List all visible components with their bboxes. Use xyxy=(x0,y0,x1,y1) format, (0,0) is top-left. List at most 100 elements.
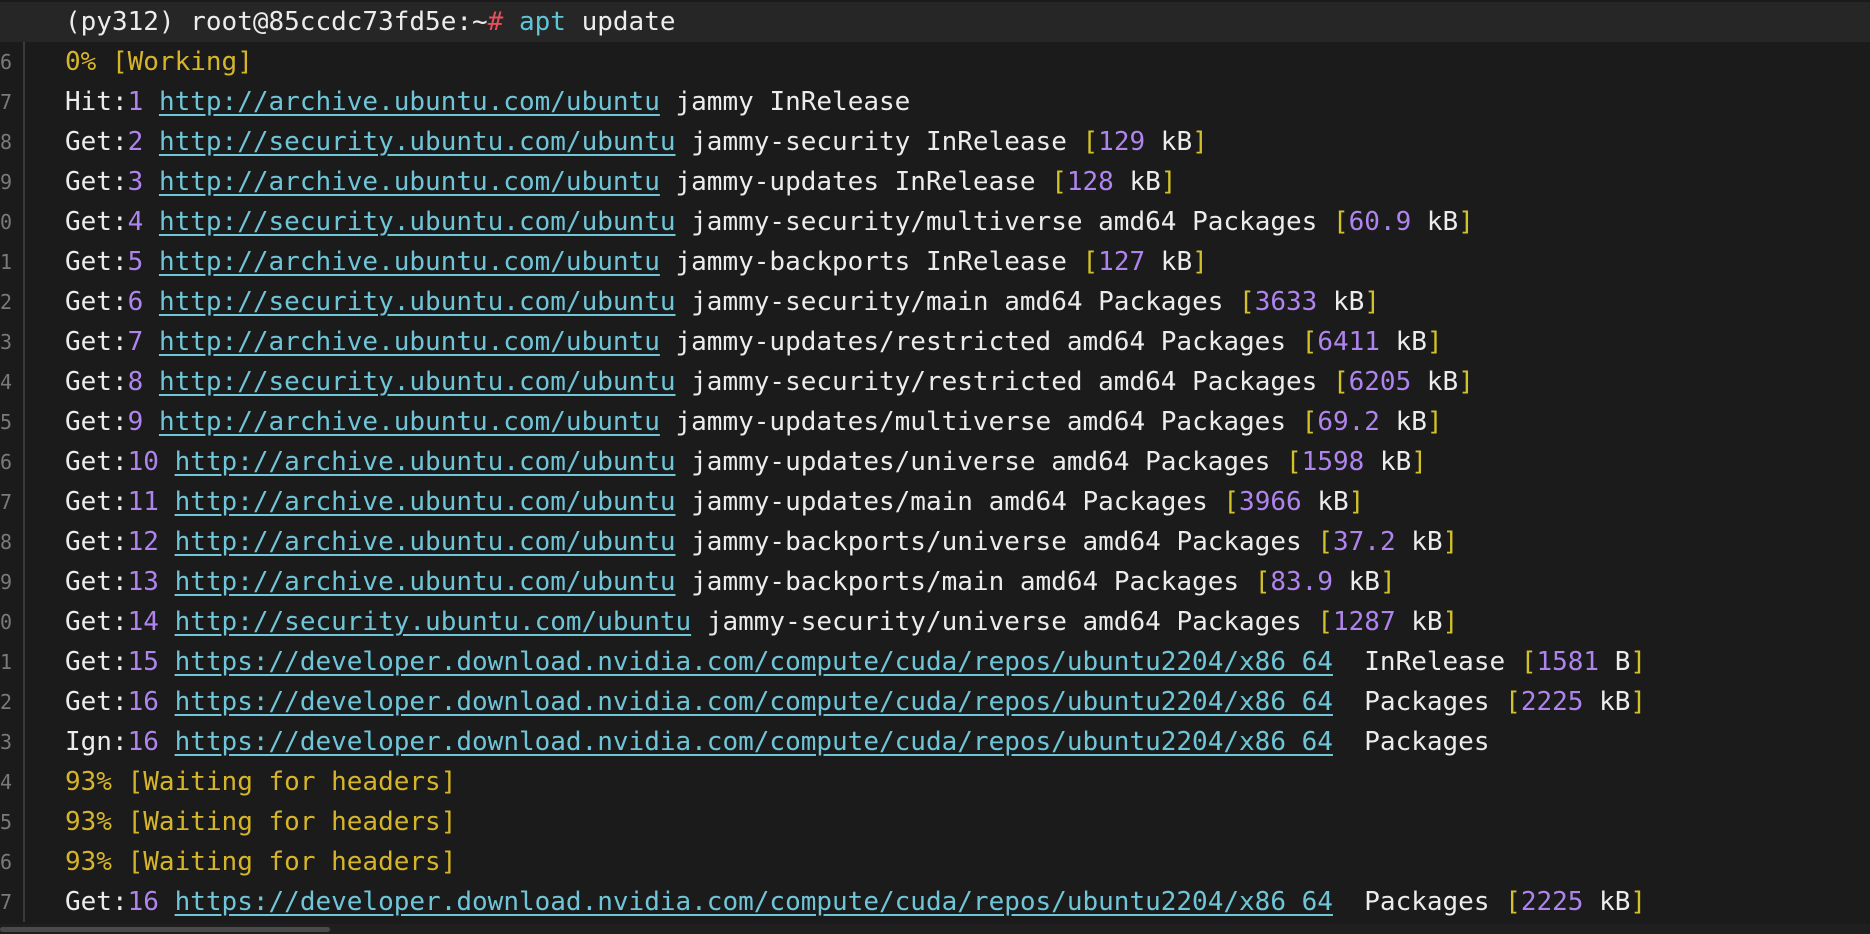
horizontal-scrollbar[interactable] xyxy=(0,924,1870,934)
apt-size-unit: kB xyxy=(1160,247,1193,277)
apt-size-unit: kB xyxy=(1426,367,1459,397)
apt-size: 60.9 xyxy=(1348,207,1412,237)
apt-file: InRelease xyxy=(925,127,1067,157)
apt-suite: jammy-backports xyxy=(691,567,926,597)
apt-index: 1 xyxy=(127,87,144,117)
apt-index: 2 xyxy=(127,127,144,157)
repo-url-link[interactable]: https://developer.download.nvidia.com/co… xyxy=(175,887,1333,917)
command-args: update xyxy=(581,7,676,37)
apt-index: 16 xyxy=(127,687,159,717)
apt-component: /main amd64 xyxy=(910,287,1083,317)
apt-line: Get:10 http://archive.ubuntu.com/ubuntu … xyxy=(65,447,1427,477)
prompt-symbol: # xyxy=(487,7,504,37)
repo-url-link[interactable]: http://security.ubuntu.com/ubuntu xyxy=(159,287,676,317)
progress-percent: 93% xyxy=(65,767,112,797)
apt-suite: jammy-security xyxy=(691,127,911,157)
prompt-env: (py312) xyxy=(65,7,175,37)
apt-index: 11 xyxy=(127,487,159,517)
apt-line: Get:4 http://security.ubuntu.com/ubuntu … xyxy=(65,207,1474,237)
apt-component: /universe amd64 xyxy=(894,447,1130,477)
apt-line: Get:5 http://archive.ubuntu.com/ubuntu j… xyxy=(65,247,1208,277)
apt-size-unit: B xyxy=(1614,647,1631,677)
repo-url-link[interactable]: http://archive.ubuntu.com/ubuntu xyxy=(159,327,660,357)
apt-status: Get xyxy=(65,287,112,317)
apt-line: Get:7 http://archive.ubuntu.com/ubuntu j… xyxy=(65,327,1443,357)
progress-line: 93% [Waiting for headers] xyxy=(65,847,457,877)
scrollbar-thumb[interactable] xyxy=(0,927,330,932)
apt-status: Get xyxy=(65,327,112,357)
apt-size: 128 xyxy=(1066,167,1114,197)
progress-percent: 0% xyxy=(65,47,97,77)
apt-line: Get:13 http://archive.ubuntu.com/ubuntu … xyxy=(65,567,1396,597)
progress-message: Working xyxy=(127,47,238,77)
apt-status: Ign xyxy=(65,727,112,757)
apt-index: 14 xyxy=(127,607,159,637)
repo-url-link[interactable]: http://archive.ubuntu.com/ubuntu xyxy=(175,487,676,517)
apt-index: 5 xyxy=(127,247,144,277)
apt-status: Get xyxy=(65,527,112,557)
apt-status: Get xyxy=(65,607,112,637)
repo-url-link[interactable]: http://archive.ubuntu.com/ubuntu xyxy=(159,407,660,437)
repo-url-link[interactable]: http://archive.ubuntu.com/ubuntu xyxy=(159,247,660,277)
apt-size: 6205 xyxy=(1348,367,1412,397)
apt-size: 3966 xyxy=(1239,487,1302,517)
repo-url-link[interactable]: http://security.ubuntu.com/ubuntu xyxy=(159,207,676,237)
apt-file: InRelease xyxy=(894,167,1036,197)
progress-message: Waiting for headers xyxy=(143,847,441,877)
apt-status: Get xyxy=(65,247,112,277)
terminal-window[interactable]: 56789012345678901234567 (py312) root@85c… xyxy=(0,0,1870,934)
apt-status: Get xyxy=(65,447,112,477)
apt-file: Packages xyxy=(1160,327,1286,357)
apt-file: Packages xyxy=(1145,447,1271,477)
apt-file: Packages xyxy=(1160,407,1286,437)
repo-url-link[interactable]: https://developer.download.nvidia.com/co… xyxy=(175,647,1333,677)
repo-url-link[interactable]: https://developer.download.nvidia.com/co… xyxy=(175,687,1333,717)
apt-file: Packages xyxy=(1364,887,1490,917)
apt-size-unit: kB xyxy=(1379,447,1412,477)
apt-component: /universe amd64 xyxy=(925,527,1161,557)
repo-url-link[interactable]: http://archive.ubuntu.com/ubuntu xyxy=(175,447,676,477)
repo-url-link[interactable]: https://developer.download.nvidia.com/co… xyxy=(175,727,1333,757)
progress-line: 93% [Waiting for headers] xyxy=(65,767,457,797)
apt-line: Get:9 http://archive.ubuntu.com/ubuntu j… xyxy=(65,407,1443,437)
apt-status: Get xyxy=(65,407,112,437)
repo-url-link[interactable]: http://archive.ubuntu.com/ubuntu xyxy=(159,87,660,117)
apt-index: 9 xyxy=(127,407,144,437)
apt-status: Get xyxy=(65,167,112,197)
progress-line: 0% [Working] xyxy=(65,47,253,77)
apt-size: 127 xyxy=(1098,247,1146,277)
apt-status: Get xyxy=(65,567,112,597)
apt-line: Get:6 http://security.ubuntu.com/ubuntu … xyxy=(65,287,1380,317)
apt-line: Get:8 http://security.ubuntu.com/ubuntu … xyxy=(65,367,1474,397)
apt-size: 37.2 xyxy=(1332,527,1396,557)
apt-suite: jammy-security xyxy=(706,607,926,637)
repo-url-link[interactable]: http://security.ubuntu.com/ubuntu xyxy=(159,367,676,397)
apt-index: 8 xyxy=(127,367,144,397)
apt-component: /main amd64 xyxy=(925,567,1099,597)
repo-url-link[interactable]: http://archive.ubuntu.com/ubuntu xyxy=(175,567,676,597)
progress-message: Waiting for headers xyxy=(143,767,441,797)
apt-index: 15 xyxy=(127,647,159,677)
apt-component: /universe amd64 xyxy=(925,607,1161,637)
apt-component: /multiverse amd64 xyxy=(879,407,1146,437)
apt-index: 3 xyxy=(127,167,144,197)
apt-size: 83.9 xyxy=(1270,567,1333,597)
apt-file: Packages xyxy=(1113,567,1240,597)
apt-size: 2225 xyxy=(1520,687,1584,717)
apt-suite: jammy-security xyxy=(691,287,911,317)
apt-line: Get:11 http://archive.ubuntu.com/ubuntu … xyxy=(65,487,1365,517)
apt-size-unit: kB xyxy=(1395,407,1427,437)
apt-file: Packages xyxy=(1364,687,1490,717)
apt-line: Get:12 http://archive.ubuntu.com/ubuntu … xyxy=(65,527,1459,557)
apt-status: Get xyxy=(65,207,112,237)
apt-suite: jammy xyxy=(675,87,754,117)
apt-size: 3633 xyxy=(1254,287,1318,317)
repo-url-link[interactable]: http://security.ubuntu.com/ubuntu xyxy=(159,127,676,157)
repo-url-link[interactable]: http://archive.ubuntu.com/ubuntu xyxy=(175,527,676,557)
apt-size-unit: kB xyxy=(1348,567,1380,597)
repo-url-link[interactable]: http://security.ubuntu.com/ubuntu xyxy=(175,607,692,637)
apt-size-unit: kB xyxy=(1599,687,1631,717)
apt-status: Get xyxy=(65,647,112,677)
repo-url-link[interactable]: http://archive.ubuntu.com/ubuntu xyxy=(159,167,660,197)
apt-file: InRelease xyxy=(925,247,1067,277)
